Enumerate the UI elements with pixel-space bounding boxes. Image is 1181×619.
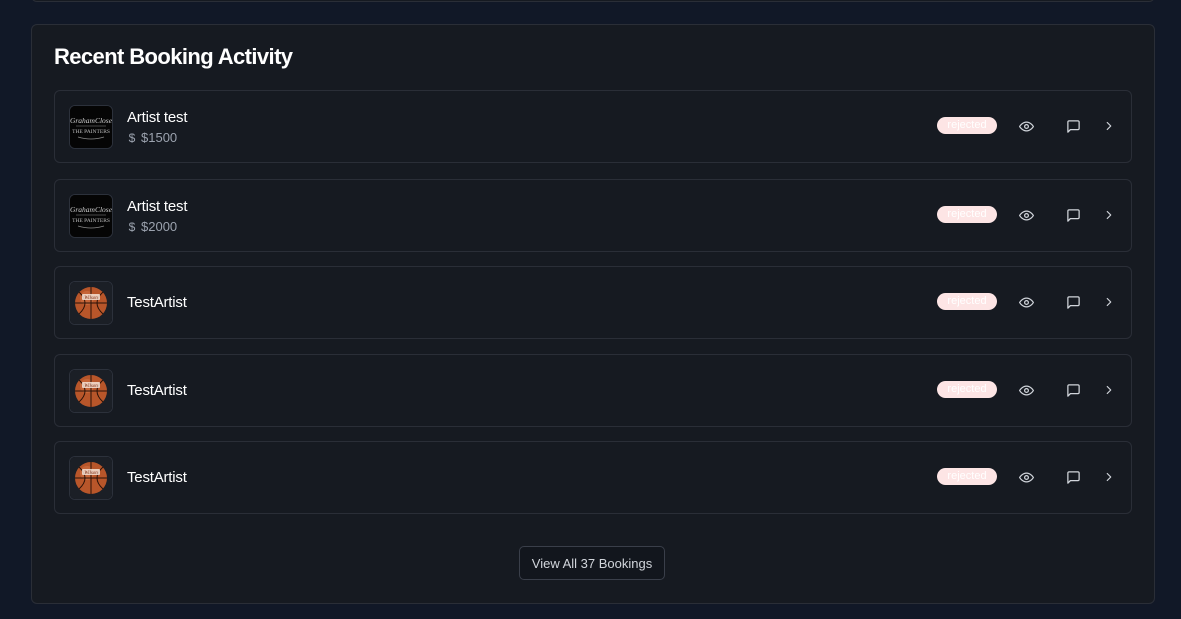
artist-name: TestArtist — [127, 382, 187, 399]
booking-price: $ $1500 — [127, 130, 187, 145]
eye-icon[interactable] — [1016, 293, 1036, 311]
message-square-icon[interactable] — [1063, 293, 1083, 311]
message-square-icon[interactable] — [1063, 206, 1083, 224]
chevron-right-icon[interactable] — [1099, 468, 1119, 486]
message-square-icon[interactable] — [1063, 381, 1083, 399]
band-logo-icon: GrahamClose THE PAINTERS — [69, 105, 113, 149]
booking-list: GrahamClose THE PAINTERS Artist test $ $1… — [54, 90, 1132, 530]
artist-name: Artist test — [127, 198, 188, 215]
svg-text:GrahamClose: GrahamClose — [70, 205, 112, 214]
status-badge: rejected — [937, 117, 997, 134]
eye-icon[interactable] — [1016, 206, 1036, 224]
band-logo-icon: GrahamClose THE PAINTERS — [69, 194, 113, 238]
status-badge: rejected — [937, 468, 997, 485]
price-value: $1500 — [141, 130, 178, 145]
message-square-icon[interactable] — [1063, 468, 1083, 486]
booking-row[interactable]: Wilson TestArtist rejected — [54, 441, 1132, 514]
view-all-bookings-button[interactable]: View All 37 Bookings — [519, 546, 665, 580]
artist-name: TestArtist — [127, 294, 187, 311]
booking-row[interactable]: Wilson TestArtist rejected — [54, 266, 1132, 339]
booking-info: Artist test $ $1500 — [127, 109, 188, 145]
chevron-right-icon[interactable] — [1099, 293, 1119, 311]
booking-row[interactable]: GrahamClose THE PAINTERS Artist test $ $2… — [54, 179, 1132, 252]
price-value: $2000 — [141, 219, 178, 234]
svg-text:Wilson: Wilson — [84, 384, 98, 389]
svg-text:THE PAINTERS: THE PAINTERS — [72, 218, 110, 224]
chevron-right-icon[interactable] — [1099, 117, 1119, 135]
artist-name: TestArtist — [127, 469, 187, 486]
booking-info: TestArtist — [127, 294, 187, 311]
eye-icon[interactable] — [1016, 117, 1036, 135]
status-badge: rejected — [937, 293, 997, 310]
panel-title: Recent Booking Activity — [54, 44, 293, 69]
status-badge: rejected — [937, 381, 997, 398]
booking-info: TestArtist — [127, 469, 187, 486]
message-square-icon[interactable] — [1063, 117, 1083, 135]
recent-booking-activity-panel: Recent Booking Activity GrahamClose THE … — [31, 24, 1155, 604]
basketball-icon: Wilson — [69, 456, 113, 500]
svg-text:THE PAINTERS: THE PAINTERS — [72, 129, 110, 135]
eye-icon[interactable] — [1016, 381, 1036, 399]
svg-text:GrahamClose: GrahamClose — [70, 116, 112, 125]
booking-price: $ $2000 — [127, 219, 187, 234]
previous-card-edge — [31, 0, 1155, 2]
basketball-icon: Wilson — [69, 281, 113, 325]
dollar-icon: $ — [128, 220, 136, 234]
artist-name: Artist test — [127, 109, 188, 126]
basketball-icon: Wilson — [69, 369, 113, 413]
booking-info: TestArtist — [127, 382, 187, 399]
chevron-right-icon[interactable] — [1099, 206, 1119, 224]
dollar-icon: $ — [128, 131, 136, 145]
eye-icon[interactable] — [1016, 468, 1036, 486]
chevron-right-icon[interactable] — [1099, 381, 1119, 399]
svg-text:Wilson: Wilson — [84, 296, 98, 301]
status-badge: rejected — [937, 206, 997, 223]
booking-row[interactable]: GrahamClose THE PAINTERS Artist test $ $1… — [54, 90, 1132, 163]
booking-info: Artist test $ $2000 — [127, 198, 188, 234]
svg-text:Wilson: Wilson — [84, 471, 98, 476]
booking-row[interactable]: Wilson TestArtist rejected — [54, 354, 1132, 427]
